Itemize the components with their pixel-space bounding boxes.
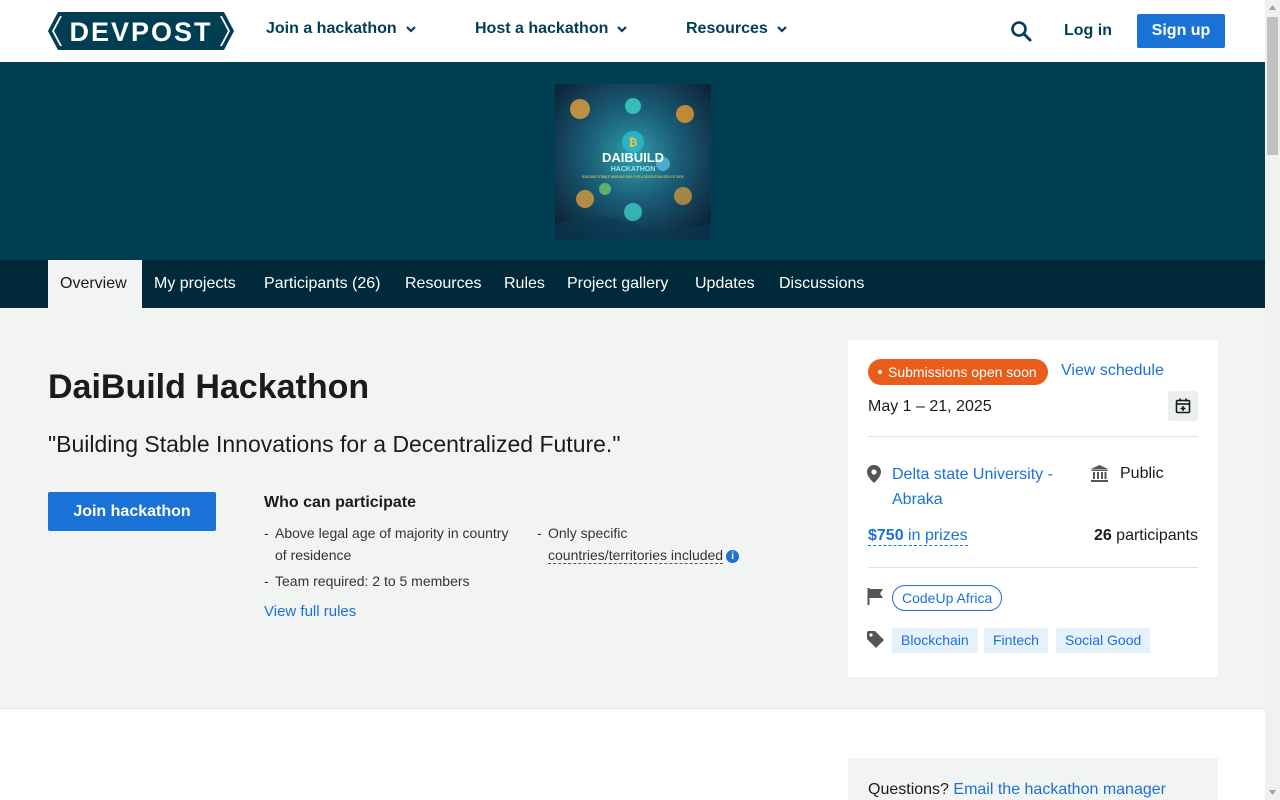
divider bbox=[868, 436, 1198, 437]
chevron-down-icon bbox=[617, 26, 628, 33]
nav-join-hackathon-label: Join a hackathon bbox=[266, 20, 397, 37]
view-full-rules-link[interactable]: View full rules bbox=[264, 603, 356, 620]
hackathon-tagline: "Building Stable Innovations for a Decen… bbox=[48, 431, 621, 457]
devpost-logo[interactable]: DEVPOST bbox=[48, 12, 234, 50]
search-icon[interactable] bbox=[1010, 20, 1032, 42]
status-badge: Submissions open soon bbox=[868, 359, 1048, 385]
artwork-subtitle: HACKATHON bbox=[611, 166, 656, 173]
flag-icon bbox=[867, 588, 883, 605]
location-link[interactable]: Delta state University - Abraka bbox=[892, 462, 1072, 512]
countries-link[interactable]: countries/territories included bbox=[548, 547, 724, 564]
tab-updates[interactable]: Updates bbox=[683, 260, 767, 308]
logo-text: DEVPOST bbox=[69, 17, 212, 47]
top-navigation: DEVPOST Join a hackathon Host a hackatho… bbox=[0, 0, 1265, 62]
scroll-up-arrow-icon[interactable] bbox=[1265, 0, 1280, 15]
artwork-title: DAIBUILD bbox=[602, 150, 664, 165]
artwork-caption: BUILDING STABLE INNOVATIONS FOR A DECENT… bbox=[582, 175, 684, 179]
prizes-suffix: in prizes bbox=[903, 527, 968, 544]
login-link[interactable]: Log in bbox=[1064, 22, 1112, 40]
theme-tag[interactable]: Social Good bbox=[1056, 628, 1151, 653]
prizes-link[interactable]: $750 in prizes bbox=[868, 527, 968, 546]
page-scrollbar[interactable] bbox=[1265, 0, 1280, 800]
participants-number: 26 bbox=[1093, 527, 1112, 544]
hackathon-banner: ₿ DAIBUILD HACKATHON BUILDING STABLE INN… bbox=[0, 62, 1265, 260]
tab-discussions[interactable]: Discussions bbox=[767, 260, 876, 308]
view-schedule-link[interactable]: View schedule bbox=[1061, 362, 1164, 380]
chevron-down-icon bbox=[777, 26, 787, 33]
tag-icon bbox=[867, 631, 884, 648]
signup-button[interactable]: Sign up bbox=[1137, 14, 1225, 48]
questions-prefix: Questions? bbox=[868, 781, 954, 798]
theme-tag[interactable]: Blockchain bbox=[892, 628, 978, 653]
theme-tag[interactable]: Fintech bbox=[984, 628, 1048, 653]
participants-suffix: participants bbox=[1111, 527, 1198, 544]
hackathon-dates: May 1 – 21, 2025 bbox=[868, 398, 992, 415]
eligibility-item: - Only specific countries/territories inc… bbox=[537, 522, 768, 566]
eligibility-item: - Above legal age of majority in country … bbox=[264, 525, 509, 563]
eligibility-text: Only specific bbox=[548, 525, 628, 541]
nav-host-hackathon[interactable]: Host a hackathon bbox=[475, 20, 628, 38]
divider bbox=[868, 567, 1198, 568]
tab-project-gallery[interactable]: Project gallery bbox=[555, 260, 680, 308]
eligibility-item: - Team required: 2 to 5 members bbox=[264, 573, 470, 589]
calendar-plus-icon bbox=[1175, 398, 1191, 414]
overview-section: DaiBuild Hackathon "Building Stable Inno… bbox=[0, 308, 1265, 709]
hackathon-thumbnail: ₿ DAIBUILD HACKATHON BUILDING STABLE INN… bbox=[555, 84, 711, 240]
tab-resources[interactable]: Resources bbox=[393, 260, 493, 308]
eligibility-text: Team required: 2 to 5 members bbox=[275, 573, 470, 589]
nav-join-hackathon[interactable]: Join a hackathon bbox=[266, 20, 417, 38]
organizer-link[interactable]: CodeUp Africa bbox=[892, 585, 1003, 611]
info-icon[interactable]: i bbox=[726, 550, 740, 563]
join-hackathon-button[interactable]: Join hackathon bbox=[48, 492, 216, 531]
chevron-down-icon bbox=[405, 26, 416, 33]
questions-card: Questions? Email the hackathon manager bbox=[848, 758, 1218, 800]
eligibility-text: Above legal age of majority in country o… bbox=[275, 525, 509, 563]
tab-overview[interactable]: Overview bbox=[48, 260, 142, 308]
prizes-amount: $750 bbox=[868, 527, 904, 544]
nav-host-hackathon-label: Host a hackathon bbox=[475, 20, 609, 37]
nav-resources-label: Resources bbox=[686, 20, 768, 37]
public-building-icon bbox=[1091, 465, 1108, 482]
nav-resources[interactable]: Resources bbox=[686, 20, 788, 38]
scrollbar-thumb[interactable] bbox=[1267, 17, 1278, 155]
participants-count: 26 participants bbox=[1094, 527, 1198, 545]
page-title: DaiBuild Hackathon bbox=[48, 368, 370, 406]
add-to-calendar-button[interactable] bbox=[1168, 391, 1198, 421]
hackathon-info-card: Submissions open soon View schedule May … bbox=[848, 340, 1218, 677]
hackathon-tabs: Overview My projects Participants (26) R… bbox=[0, 260, 1265, 308]
tab-participants[interactable]: Participants (26) bbox=[252, 260, 393, 308]
visibility-label: Public bbox=[1120, 465, 1164, 482]
tab-rules[interactable]: Rules bbox=[492, 260, 557, 308]
location-pin-icon bbox=[867, 465, 881, 483]
tab-my-projects[interactable]: My projects bbox=[142, 260, 248, 308]
scroll-down-arrow-icon[interactable] bbox=[1265, 785, 1280, 800]
eligibility-heading: Who can participate bbox=[264, 494, 417, 511]
svg-text:₿: ₿ bbox=[629, 137, 638, 149]
hackathon-artwork: ₿ DAIBUILD HACKATHON BUILDING STABLE INN… bbox=[555, 84, 711, 240]
email-manager-link[interactable]: Email the hackathon manager bbox=[953, 781, 1166, 798]
